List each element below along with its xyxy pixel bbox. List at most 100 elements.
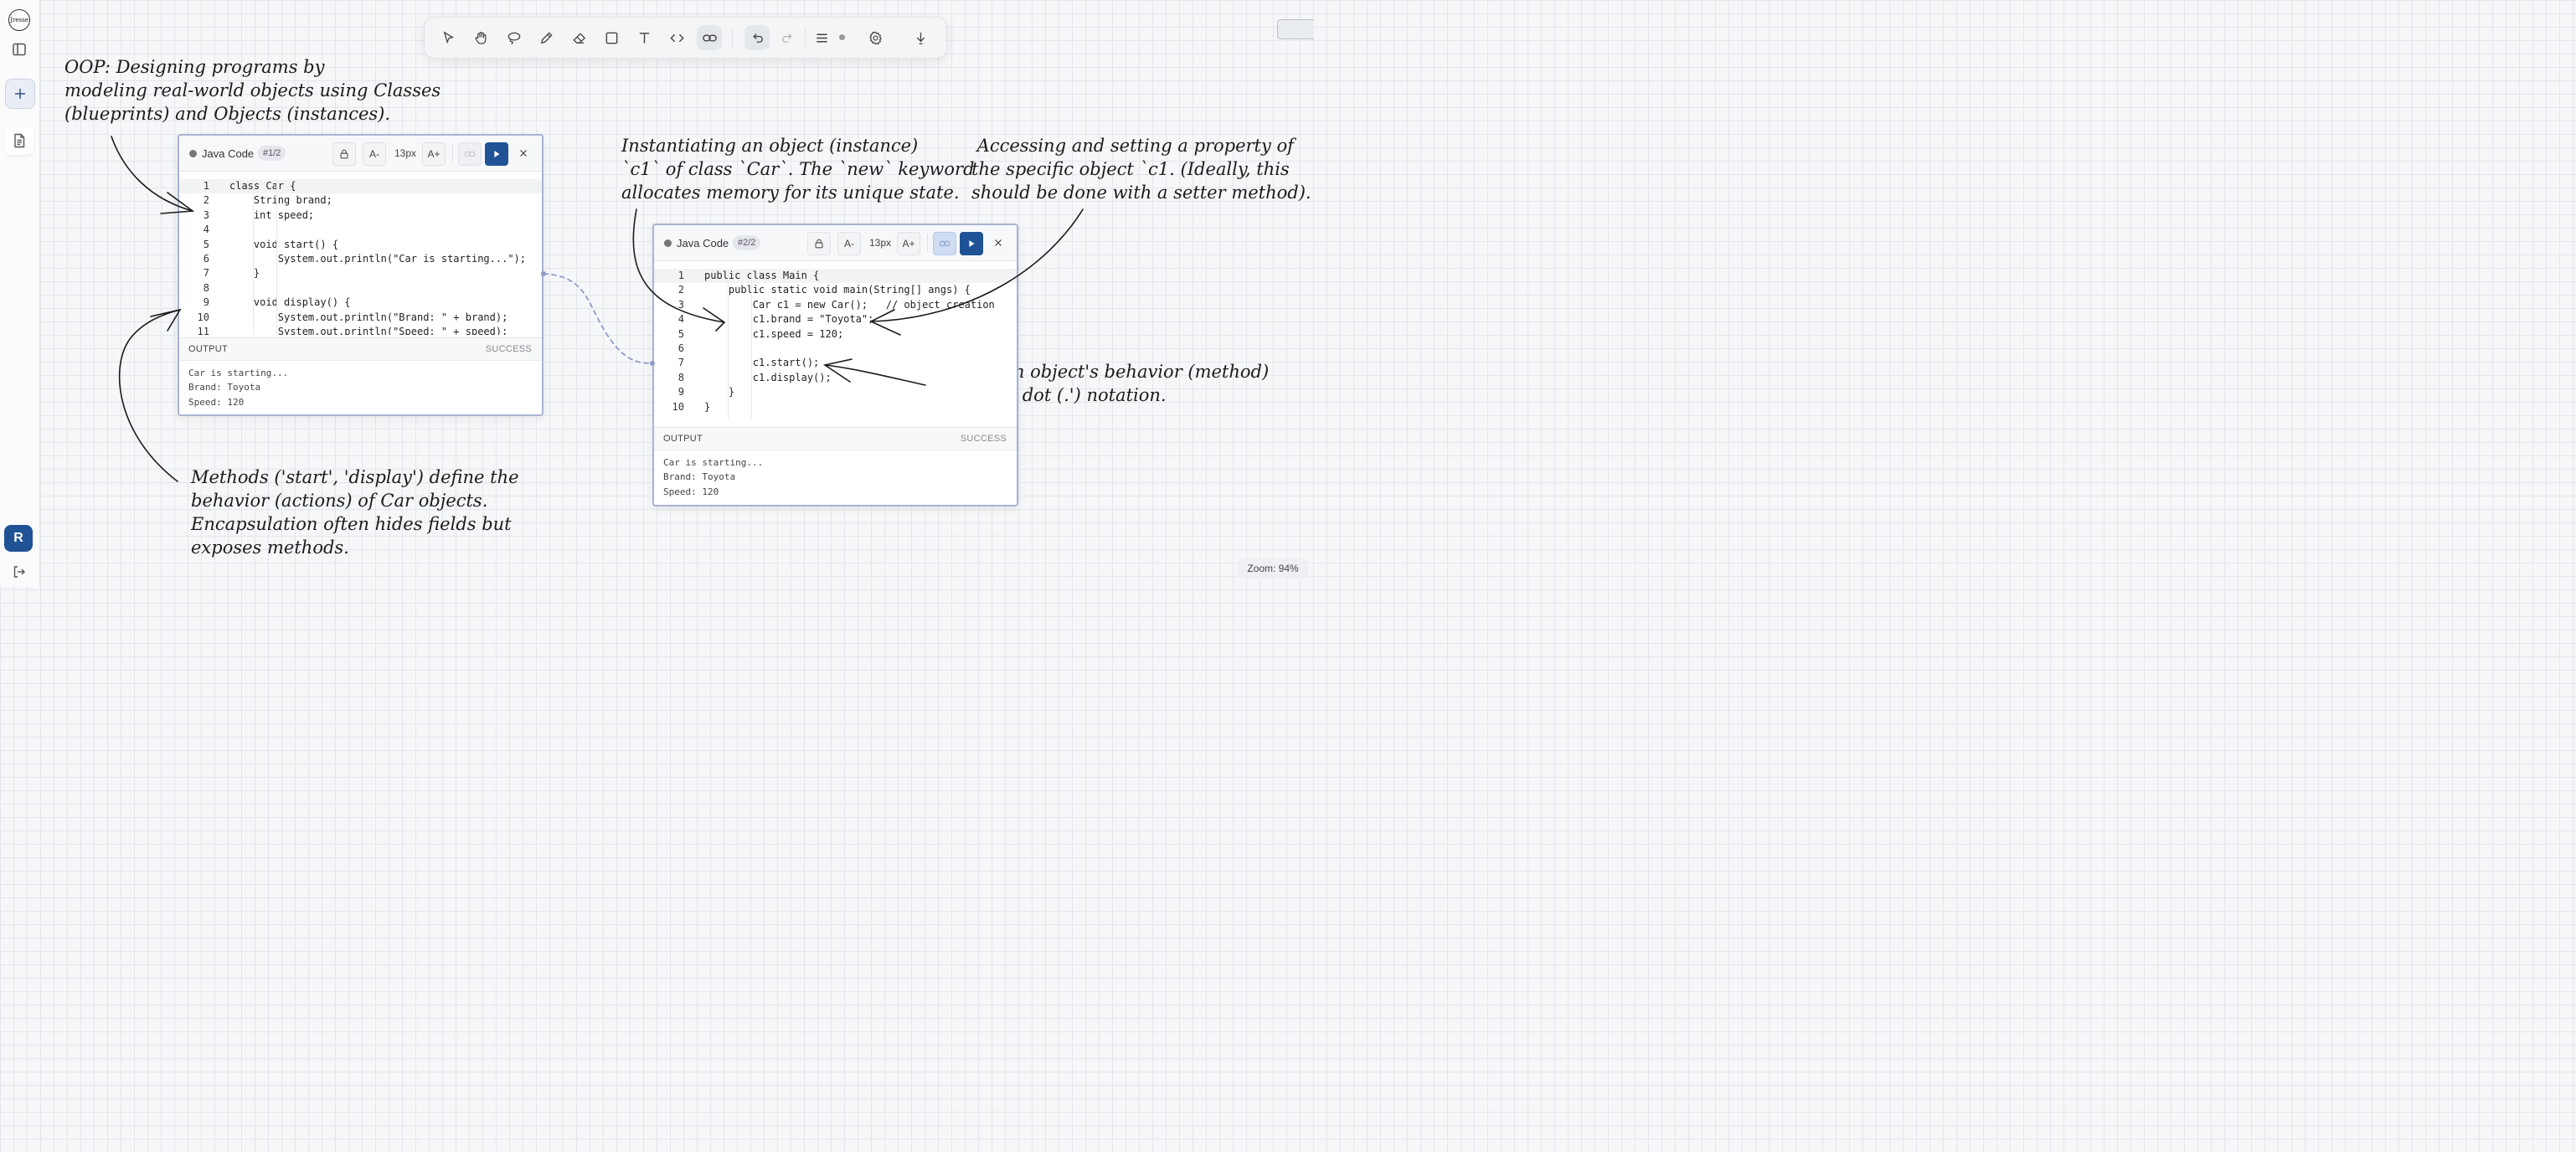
logout-button[interactable]: [5, 558, 33, 586]
lock-button[interactable]: [807, 232, 831, 255]
code-editor[interactable]: 1 class Car {2 String brand; 3 int speed; 4…: [179, 179, 542, 335]
line-number: 10: [197, 311, 209, 323]
code-line: 4 c1.brand = "Toyota";: [654, 312, 1017, 327]
code-panel-car[interactable]: Java Code #1/2 A- 13px A+ 1 class Car {2 …: [178, 134, 544, 416]
link-tool[interactable]: [697, 25, 722, 50]
add-button[interactable]: [5, 79, 35, 109]
color-dot[interactable]: [839, 34, 845, 40]
link-button[interactable]: [933, 232, 956, 255]
close-button[interactable]: [987, 232, 1009, 254]
code-line: 6: [654, 342, 1017, 356]
code-line: 11 System.out.println("Speed: " + speed)…: [179, 325, 542, 335]
code-panel-main[interactable]: Java Code #2/2 A- 13px A+ 1 public class …: [652, 224, 1018, 507]
annotation-methods: Methods ('start', 'display') define the …: [191, 467, 519, 558]
undo-button[interactable]: [744, 25, 770, 50]
line-number: 8: [203, 281, 209, 294]
code-text: c1.brand = "Toyota";: [704, 313, 874, 326]
line-number: 11: [197, 325, 209, 335]
code-line: 3 int speed;: [179, 208, 542, 223]
toggle-sidebar-button[interactable]: [5, 35, 33, 64]
pencil-tool[interactable]: [533, 25, 559, 50]
font-increase-button[interactable]: A+: [422, 142, 446, 166]
rectangle-tool[interactable]: [599, 25, 624, 50]
code-line: 9 }: [654, 385, 1017, 399]
line-number: 9: [677, 386, 684, 399]
line-number: 1: [677, 270, 684, 281]
collapse-panel-button[interactable]: [1277, 19, 1314, 39]
line-number: 9: [203, 296, 209, 309]
eraser-tool[interactable]: [566, 25, 591, 50]
code-text: int speed;: [229, 208, 315, 221]
lasso-tool[interactable]: [501, 25, 526, 50]
download-icon: [916, 32, 925, 44]
indent-guide: [751, 269, 752, 419]
code-line: 2 String brand;: [179, 193, 542, 208]
line-number: 3: [677, 298, 684, 311]
menu-button[interactable]: [809, 25, 834, 50]
lock-button[interactable]: [332, 142, 356, 166]
line-number: 2: [203, 194, 209, 207]
plus-icon: [15, 89, 25, 99]
line-number: 6: [203, 252, 209, 265]
panel-title: Java Code: [202, 147, 255, 160]
output-label: OUTPUT: [663, 434, 703, 444]
font-decrease-button[interactable]: A-: [363, 142, 386, 166]
font-decrease-button[interactable]: A-: [837, 232, 861, 255]
code-line: 5 void start() {: [179, 238, 542, 252]
text-tool[interactable]: [631, 25, 657, 50]
play-icon: [494, 151, 500, 157]
rectangle-icon: [605, 32, 617, 44]
arrow-methods: [118, 309, 181, 482]
indent-guide: [276, 179, 277, 335]
menu-icon: [816, 33, 827, 43]
line-number: 10: [672, 400, 684, 413]
text-icon: [639, 32, 649, 44]
code-text: String brand;: [229, 194, 332, 207]
zoom-indicator[interactable]: Zoom: 94%: [1238, 558, 1308, 579]
panel-badge: #1/2: [258, 146, 286, 161]
sidebar-icon: [13, 43, 26, 56]
line-number: 1: [203, 180, 209, 192]
app-logo[interactable]: Jresse: [5, 6, 33, 34]
code-line: 3 Car c1 = new Car(); // object creation: [654, 298, 1017, 312]
header-divider: [452, 144, 453, 162]
document-button[interactable]: [5, 126, 33, 155]
code-text: Car c1 = new Car(); // object creation: [704, 298, 995, 311]
close-icon: [520, 150, 527, 157]
user-avatar[interactable]: R: [4, 525, 33, 552]
code-text: c1.display();: [704, 371, 832, 383]
code-line: 7 }: [179, 266, 542, 280]
code-text: System.out.println("Car is starting...")…: [229, 252, 527, 265]
select-tool[interactable]: [435, 25, 461, 50]
run-button[interactable]: [485, 142, 508, 166]
code-text: public static void main(String[] angs) {: [704, 284, 971, 296]
document-icon: [14, 133, 25, 148]
code-tool[interactable]: [664, 25, 689, 50]
play-icon: [969, 240, 975, 247]
font-increase-button[interactable]: A+: [897, 232, 920, 255]
annotation-accessing: Accessing and setting a property of the …: [971, 136, 1311, 203]
output-text: Car is starting... Brand: Toyota Speed: …: [188, 368, 289, 408]
line-number: 4: [677, 313, 684, 326]
run-button[interactable]: [960, 232, 983, 255]
indent-guide: [253, 179, 254, 335]
redo-button[interactable]: [775, 25, 800, 50]
logo-text: Jresse: [8, 9, 30, 31]
code-line: 2 public static void main(String[] angs)…: [654, 283, 1017, 297]
indent-guide: [728, 269, 729, 419]
panel-header: Java Code #1/2 A- 13px A+: [179, 136, 542, 172]
code-line: 5 c1.speed = 120;: [654, 327, 1017, 342]
download-button[interactable]: [908, 25, 933, 50]
code-line: 8: [179, 281, 542, 296]
status-dot: [189, 150, 197, 157]
hand-tool[interactable]: [468, 25, 493, 50]
code-text: c1.start();: [704, 357, 820, 369]
code-line: 10}: [654, 400, 1017, 414]
link-button[interactable]: [458, 142, 482, 166]
code-editor[interactable]: 1 public class Main {2 public static void…: [654, 269, 1017, 419]
output-status: SUCCESS: [485, 344, 532, 354]
link-icon: [702, 33, 717, 42]
settings-button[interactable]: [863, 25, 888, 50]
close-button[interactable]: [513, 142, 534, 164]
line-number: 8: [677, 371, 684, 383]
